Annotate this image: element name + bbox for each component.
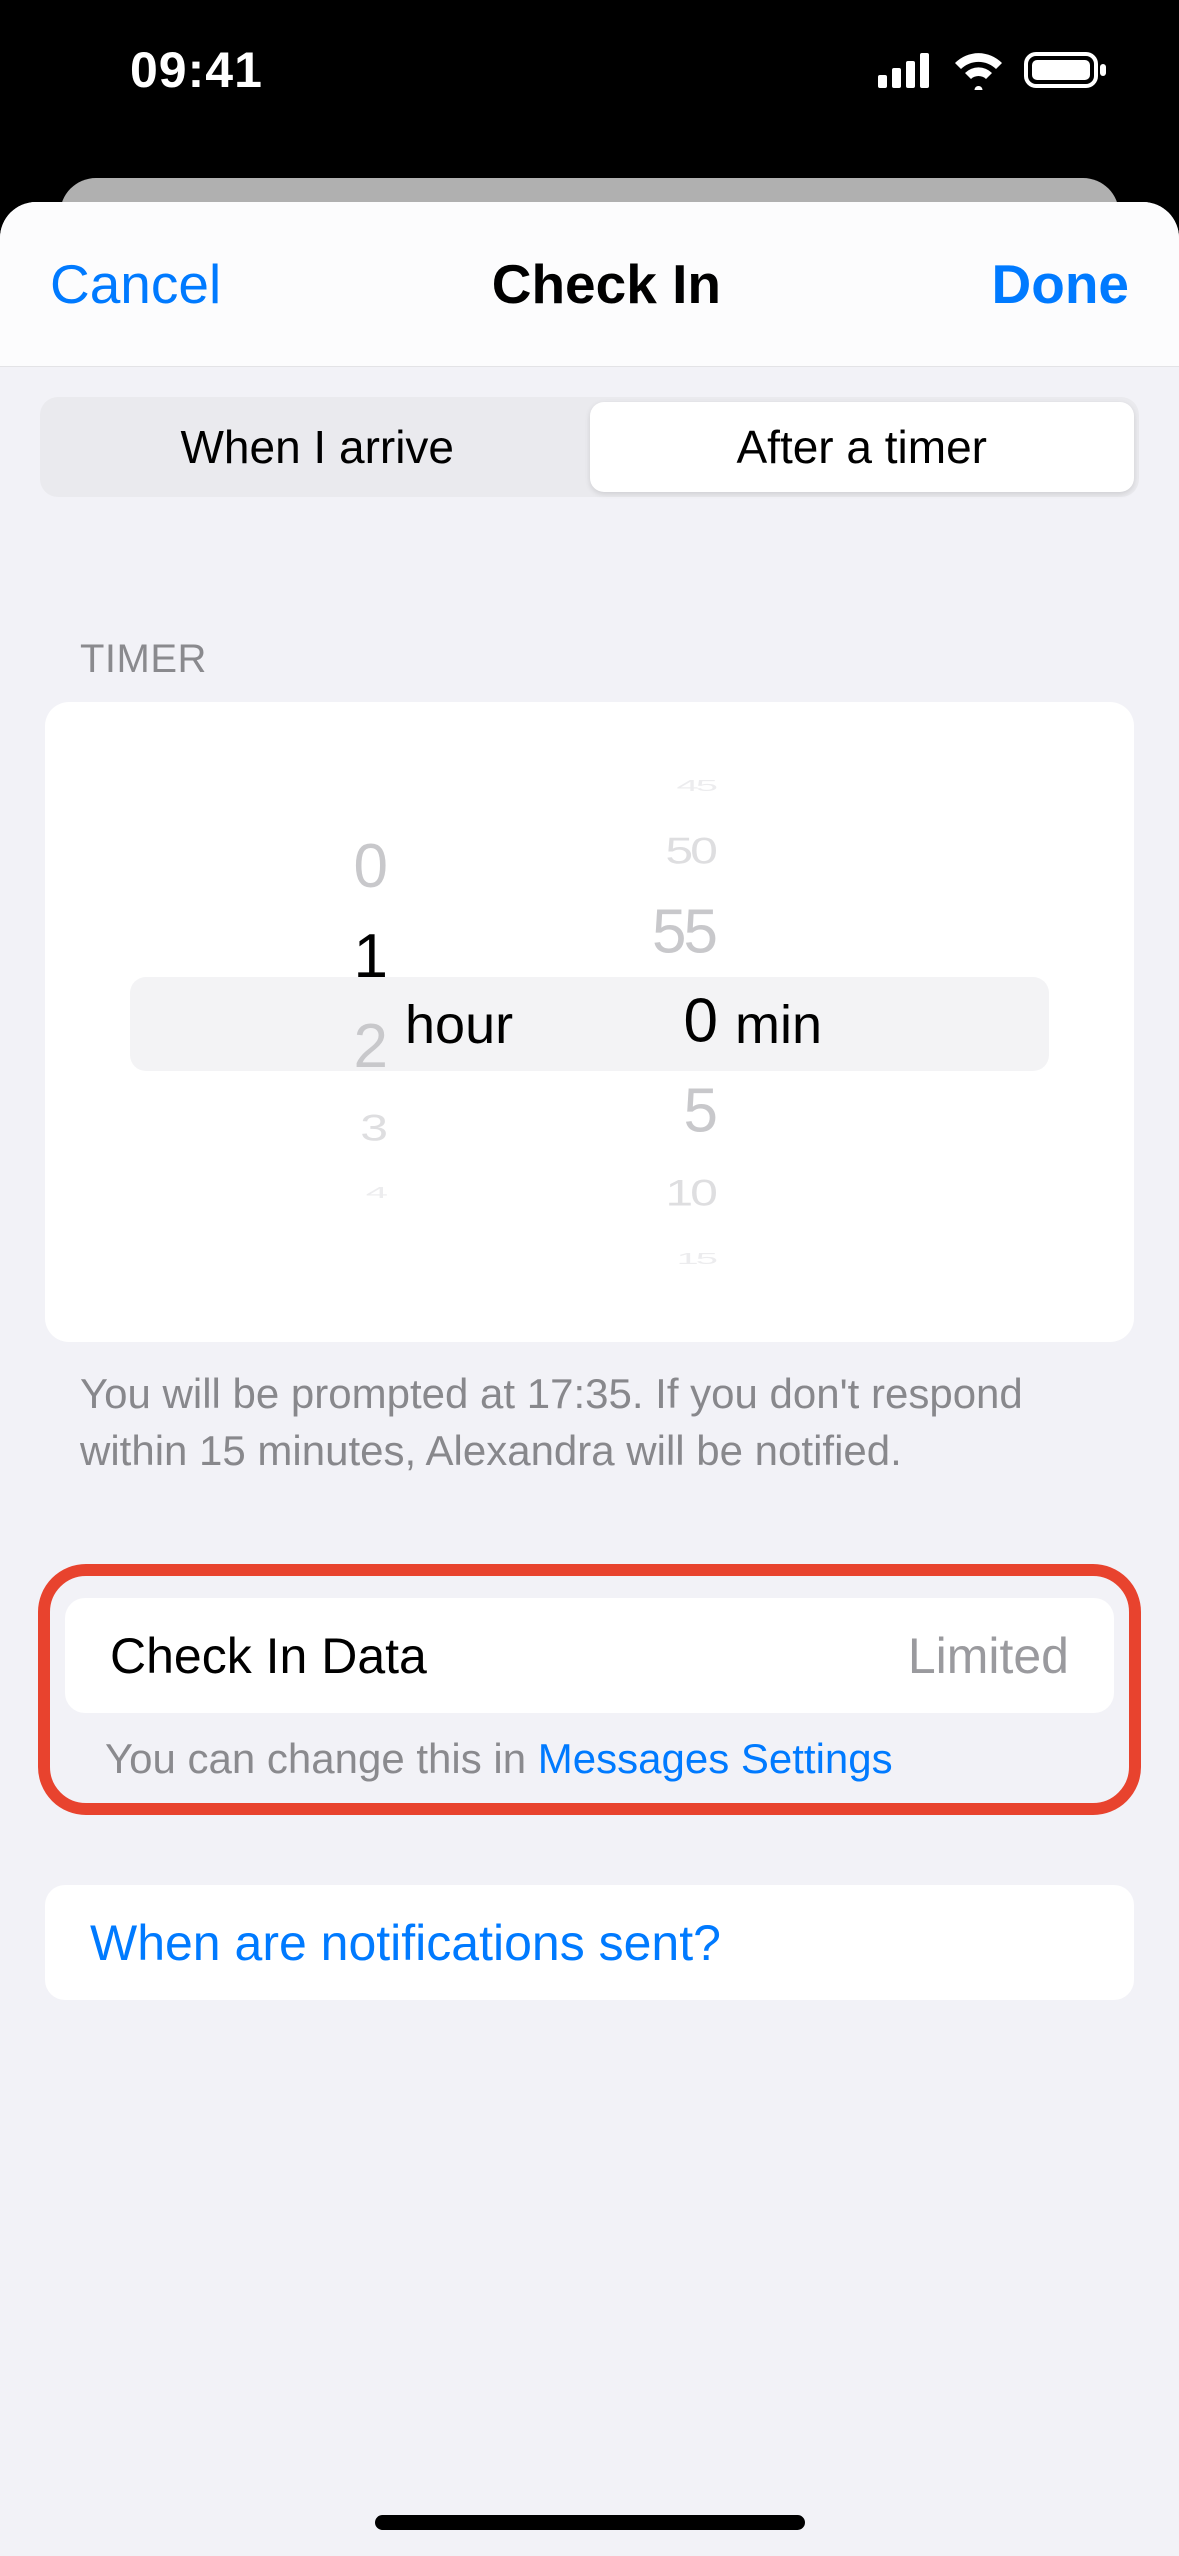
check-in-data-row[interactable]: Check In Data Limited xyxy=(65,1598,1114,1713)
home-indicator[interactable] xyxy=(375,2515,805,2530)
nav-title: Check In xyxy=(492,252,721,316)
modal-sheet: Cancel Check In Done When I arrive After… xyxy=(0,202,1179,2556)
notifications-info-label: When are notifications sent? xyxy=(90,1914,721,1972)
messages-settings-link[interactable]: Messages Settings xyxy=(538,1735,893,1782)
picker-min-label: min xyxy=(735,994,822,1056)
check-in-data-label: Check In Data xyxy=(110,1627,427,1685)
cellular-icon xyxy=(878,53,933,88)
notifications-info-row[interactable]: When are notifications sent? xyxy=(45,1885,1134,2000)
segment-when-i-arrive[interactable]: When I arrive xyxy=(45,402,590,492)
battery-icon xyxy=(1024,50,1109,90)
picker-hour-column[interactable]: 0 1 2 3 4 xyxy=(235,822,385,1222)
picker-minute-column[interactable]: 45 50 55 0 5 10 15 xyxy=(575,757,715,1288)
wifi-icon xyxy=(951,50,1006,90)
nav-bar: Cancel Check In Done xyxy=(0,202,1179,367)
check-in-data-section-highlighted: Check In Data Limited You can change thi… xyxy=(38,1564,1141,1815)
cancel-button[interactable]: Cancel xyxy=(50,252,221,316)
check-in-data-footer: You can change this in Messages Settings xyxy=(50,1713,1129,1783)
timer-footer-text: You will be prompted at 17:35. If you do… xyxy=(0,1342,1179,1479)
status-bar-icons xyxy=(878,50,1109,90)
segmented-control[interactable]: When I arrive After a timer xyxy=(40,397,1139,497)
check-in-data-value: Limited xyxy=(908,1627,1069,1685)
status-bar: 09:41 xyxy=(0,0,1179,140)
segment-after-a-timer[interactable]: After a timer xyxy=(590,402,1135,492)
status-bar-time: 09:41 xyxy=(130,41,263,99)
timer-picker[interactable]: 0 1 2 3 4 hour 45 50 55 0 5 10 15 min xyxy=(45,702,1134,1342)
picker-hour-label: hour xyxy=(405,994,513,1056)
timer-section-header: TIMER xyxy=(0,497,1179,702)
done-button[interactable]: Done xyxy=(992,252,1130,316)
